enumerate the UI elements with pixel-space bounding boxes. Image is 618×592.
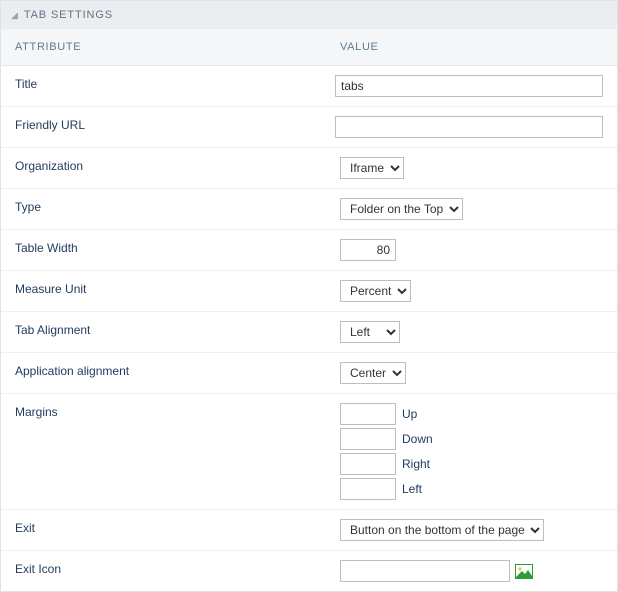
margin-up-input[interactable] xyxy=(340,403,396,425)
label-exit-icon: Exit Icon xyxy=(1,560,326,578)
row-margins: Margins Up Down Right Left xyxy=(1,394,617,510)
label-margin-down: Down xyxy=(402,432,433,446)
panel-header[interactable]: ◢ TAB SETTINGS xyxy=(1,1,617,29)
exit-select[interactable]: Button on the bottom of the page xyxy=(340,519,544,541)
type-select[interactable]: Folder on the Top xyxy=(340,198,463,220)
columns-header: ATTRIBUTE VALUE xyxy=(1,29,617,66)
label-title: Title xyxy=(1,75,321,93)
row-friendly-url: Friendly URL xyxy=(1,107,617,148)
label-margin-right: Right xyxy=(402,457,430,471)
row-app-alignment: Application alignment Center xyxy=(1,353,617,394)
label-organization: Organization xyxy=(1,157,326,175)
margin-left-input[interactable] xyxy=(340,478,396,500)
label-exit: Exit xyxy=(1,519,326,537)
exit-icon-input[interactable] xyxy=(340,560,510,582)
label-measure-unit: Measure Unit xyxy=(1,280,326,298)
column-attribute-header: ATTRIBUTE xyxy=(1,29,326,65)
label-table-width: Table Width xyxy=(1,239,326,257)
panel-title: TAB SETTINGS xyxy=(24,9,113,21)
row-type: Type Folder on the Top xyxy=(1,189,617,230)
settings-rows: Title Friendly URL Organization Iframe T… xyxy=(1,66,617,591)
tab-alignment-select[interactable]: Left xyxy=(340,321,400,343)
row-organization: Organization Iframe xyxy=(1,148,617,189)
tab-settings-panel: ◢ TAB SETTINGS ATTRIBUTE VALUE Title Fri… xyxy=(0,0,618,592)
image-picker-icon[interactable] xyxy=(515,563,533,579)
label-type: Type xyxy=(1,198,326,216)
row-exit-icon: Exit Icon xyxy=(1,551,617,591)
measure-unit-select[interactable]: Percent xyxy=(340,280,411,302)
row-measure-unit: Measure Unit Percent xyxy=(1,271,617,312)
collapse-toggle-icon: ◢ xyxy=(11,10,19,21)
label-margin-left: Left xyxy=(402,482,422,496)
label-friendly-url: Friendly URL xyxy=(1,116,321,134)
title-input[interactable] xyxy=(335,75,603,97)
friendly-url-input[interactable] xyxy=(335,116,603,138)
label-margins: Margins xyxy=(1,403,326,421)
table-width-input[interactable] xyxy=(340,239,396,261)
row-title: Title xyxy=(1,66,617,107)
margin-right-input[interactable] xyxy=(340,453,396,475)
organization-select[interactable]: Iframe xyxy=(340,157,404,179)
row-tab-alignment: Tab Alignment Left xyxy=(1,312,617,353)
label-margin-up: Up xyxy=(402,407,417,421)
app-alignment-select[interactable]: Center xyxy=(340,362,406,384)
column-value-header: VALUE xyxy=(326,29,617,65)
row-table-width: Table Width xyxy=(1,230,617,271)
label-tab-alignment: Tab Alignment xyxy=(1,321,326,339)
row-exit: Exit Button on the bottom of the page xyxy=(1,510,617,551)
margin-down-input[interactable] xyxy=(340,428,396,450)
label-app-alignment: Application alignment xyxy=(1,362,326,380)
